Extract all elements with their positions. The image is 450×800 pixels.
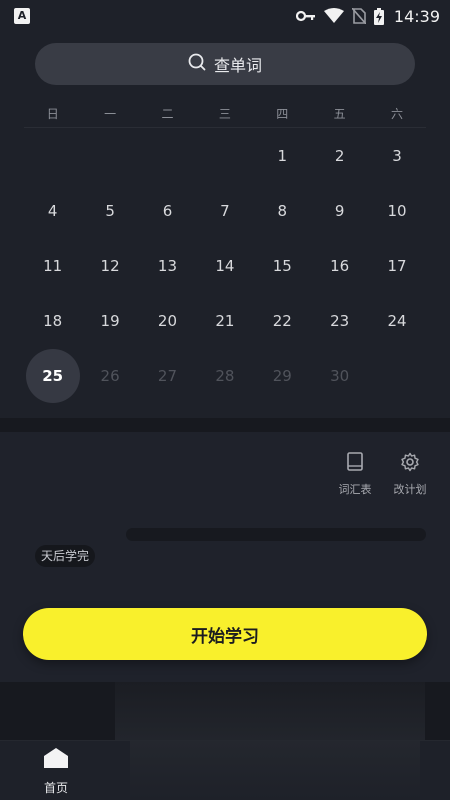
status-time: 14:39 [393, 6, 440, 26]
calendar-day[interactable]: 8 [254, 183, 311, 238]
calendar-day-future: 27 [157, 366, 178, 385]
calendar-day[interactable]: 11 [24, 238, 81, 293]
calendar-week: 18 19 20 21 22 23 24 [24, 293, 426, 348]
nav-background [130, 741, 420, 800]
calendar-day[interactable]: 10 [368, 183, 425, 238]
gear-icon [400, 452, 420, 476]
calendar-day[interactable]: 9 [311, 183, 368, 238]
calendar-empty-cell [139, 128, 196, 183]
weekday-label: 二 [161, 107, 174, 121]
start-learning-button[interactable]: 开始学习 [23, 608, 427, 660]
days-remaining-chip: 天后学完 [35, 545, 96, 567]
calendar-day[interactable]: 5 [81, 183, 138, 238]
calendar-week: 4 5 6 7 8 9 10 [24, 183, 426, 238]
nav-home-label: 首页 [43, 781, 68, 795]
calendar-day[interactable]: 21 [196, 293, 253, 348]
weekday-label: 四 [276, 107, 289, 121]
calendar-day[interactable]: 23 [311, 293, 368, 348]
calendar-day-today[interactable]: 25 [24, 348, 81, 403]
calendar-day[interactable]: 7 [196, 183, 253, 238]
calendar-day[interactable]: 12 [81, 238, 138, 293]
home-icon [43, 747, 69, 773]
book-icon [346, 452, 364, 476]
calendar-week: 1 2 3 [24, 128, 426, 183]
weekday-label: 五 [333, 107, 346, 121]
search-words-button[interactable]: 查单词 [35, 43, 415, 85]
change-plan-label: 改计划 [393, 483, 427, 496]
today-label: 25 [25, 348, 80, 403]
calendar-day-future: 26 [100, 366, 120, 385]
search-icon [188, 53, 206, 75]
weekday-label: 日 [46, 107, 59, 121]
search-label: 查单词 [213, 56, 262, 75]
calendar-empty-cell [81, 128, 138, 183]
battery-charging-icon [373, 7, 384, 25]
calendar-day[interactable]: 1 [254, 128, 311, 183]
calendar-day[interactable]: 22 [254, 293, 311, 348]
calendar-day[interactable]: 24 [368, 293, 425, 348]
lower-blur [115, 682, 425, 740]
study-progress-bar [126, 528, 426, 541]
calendar-empty-cell [24, 128, 81, 183]
calendar-day[interactable]: 19 [81, 293, 138, 348]
weekday-label: 六 [391, 107, 404, 121]
calendar-day-future: 30 [330, 366, 350, 385]
section-divider [0, 418, 450, 432]
change-plan-button[interactable]: 改计划 [385, 452, 435, 497]
calendar: 日 一 二 三 四 五 六 1 2 3 4 5 6 7 8 9 10 11 12… [24, 100, 426, 403]
no-sim-icon [351, 8, 366, 24]
wifi-icon [323, 8, 344, 24]
weekday-label: 三 [218, 107, 231, 121]
calendar-day[interactable]: 13 [139, 238, 196, 293]
calendar-day[interactable]: 2 [311, 128, 368, 183]
calendar-day-future: 29 [272, 366, 292, 385]
calendar-day[interactable]: 18 [24, 293, 81, 348]
calendar-week: 11 12 13 14 15 16 17 [24, 238, 426, 293]
app-notification-icon: A [14, 8, 30, 24]
status-bar: A 14:39 [0, 0, 450, 32]
weekday-label: 一 [104, 107, 117, 121]
study-panel: 词汇表 改计划 天后学完 开始学习 [0, 432, 450, 682]
calendar-day[interactable]: 15 [254, 238, 311, 293]
calendar-day[interactable]: 4 [24, 183, 81, 238]
nav-home-tab[interactable]: 首页 [36, 747, 76, 796]
calendar-day[interactable]: 17 [368, 238, 425, 293]
calendar-day[interactable]: 6 [139, 183, 196, 238]
calendar-day[interactable]: 3 [368, 128, 425, 183]
calendar-empty-cell [368, 348, 425, 403]
weekday-header: 日 一 二 三 四 五 六 [24, 100, 426, 128]
calendar-day[interactable]: 16 [311, 238, 368, 293]
bottom-navigation: 首页 [0, 740, 450, 800]
calendar-day[interactable]: 20 [139, 293, 196, 348]
calendar-day-future: 28 [215, 366, 235, 385]
calendar-empty-cell [196, 128, 253, 183]
calendar-day[interactable]: 14 [196, 238, 253, 293]
vocabulary-list-label: 词汇表 [338, 483, 372, 496]
vocabulary-list-button[interactable]: 词汇表 [330, 452, 380, 497]
key-icon [295, 10, 316, 22]
calendar-week: 25 26 27 28 29 30 [24, 348, 426, 403]
